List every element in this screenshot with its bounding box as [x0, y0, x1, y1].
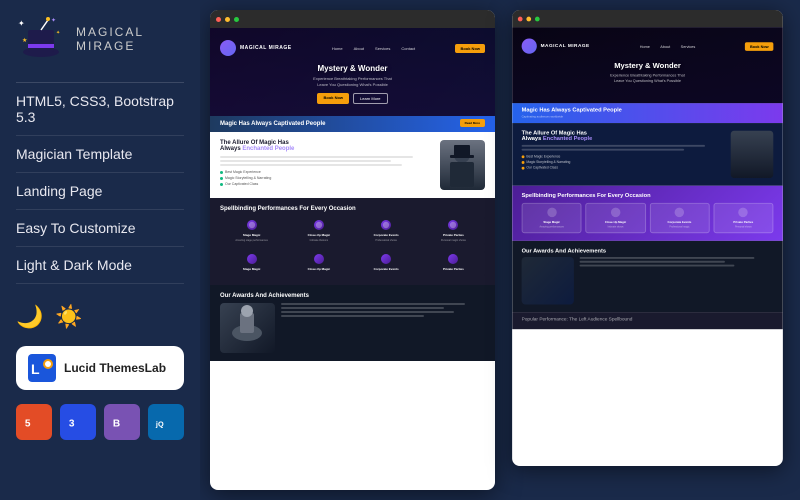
- browser-dot-yellow: [225, 17, 230, 22]
- preview-content-1: MAGICAL MIRAGE Home About Services Conta…: [210, 28, 495, 490]
- bootstrap-badge: B: [104, 404, 140, 440]
- service-card-4: Private Parties Personal magic shows: [422, 216, 485, 246]
- lucid-label: Lucid ThemesLab: [64, 361, 166, 375]
- browser-dot-green-2: [535, 16, 540, 21]
- feature-item-2: Magician Template: [16, 136, 184, 173]
- mock-awards-2: Our Awards And Achievements: [512, 241, 783, 312]
- browser-dot-red: [216, 17, 221, 22]
- jquery-badge: jQ: [148, 404, 184, 440]
- mock-about-2: The Allure Of Magic HasAlways Enchanted …: [512, 123, 783, 186]
- mock-site-1: MAGICAL MIRAGE Home About Services Conta…: [210, 28, 495, 490]
- preview-area: MAGICAL MIRAGE Home About Services Conta…: [200, 0, 800, 500]
- lucid-logo-icon: L: [28, 354, 56, 382]
- mock-awards-1: Our Awards And Achievements: [210, 285, 495, 361]
- feature-item-5: Light & Dark Mode: [16, 247, 184, 284]
- mock-hero-2: MAGICAL MIRAGE Home About Services Book …: [512, 27, 783, 103]
- mock-nav-1: MAGICAL MIRAGE Home About Services Conta…: [220, 40, 485, 56]
- mock-nav-links: Home About Services Contact: [329, 45, 418, 52]
- feature-item-1: HTML5, CSS3, Bootstrap 5.3: [16, 83, 184, 136]
- mock-hero-1: MAGICAL MIRAGE Home About Services Conta…: [210, 28, 495, 116]
- preview-col-1: MAGICAL MIRAGE Home About Services Conta…: [210, 10, 495, 490]
- mock-performance-band: Popular Performance: The Left Audience S…: [512, 312, 783, 329]
- browser-dot-green: [234, 17, 239, 22]
- service-card-2: Close-Up Magic Intimate illusions: [287, 216, 350, 246]
- mock-nav-logo: MAGICAL MIRAGE: [220, 40, 292, 56]
- service-card-3: Corporate Events Professional shows: [355, 216, 418, 246]
- mode-toggle[interactable]: 🌙 ☀️: [16, 300, 184, 330]
- svg-text:jQ: jQ: [155, 420, 164, 429]
- dark-mode-icon[interactable]: 🌙: [16, 304, 43, 330]
- browser-bar-1: [210, 10, 495, 28]
- mock-services-1: Spellbinding Performances For Every Occa…: [210, 198, 495, 285]
- lucid-badge[interactable]: L Lucid ThemesLab: [16, 346, 184, 390]
- html5-badge: 5: [16, 404, 52, 440]
- feature-item-4: Easy To Customize: [16, 210, 184, 247]
- svg-text:3: 3: [69, 419, 75, 430]
- tech-badges: 5 3 B jQ: [16, 404, 184, 440]
- light-mode-icon[interactable]: ☀️: [55, 304, 82, 330]
- preview-content-2: MAGICAL MIRAGE Home About Services Book …: [512, 27, 783, 466]
- browser-dot-yellow-2: [526, 16, 531, 21]
- mock-services-grid-1: Stage Magic Amazing stage performances C…: [220, 216, 485, 246]
- brand-logo-icon: ✦ ✦ ✦ ★: [16, 14, 66, 64]
- mock-site-2: MAGICAL MIRAGE Home About Services Book …: [512, 27, 783, 466]
- svg-text:B: B: [113, 419, 120, 430]
- preview-col-2: MAGICAL MIRAGE Home About Services Book …: [512, 10, 783, 466]
- svg-text:✦: ✦: [51, 17, 56, 24]
- svg-text:✦: ✦: [18, 19, 25, 28]
- logo-area: ✦ ✦ ✦ ★ MAGICAL MIRAGE: [16, 14, 184, 64]
- svg-text:★: ★: [22, 37, 27, 44]
- feature-list: HTML5, CSS3, Bootstrap 5.3 Magician Temp…: [16, 82, 184, 284]
- browser-dot-red-2: [518, 16, 523, 21]
- svg-text:L: L: [31, 361, 40, 377]
- svg-text:✦: ✦: [56, 30, 60, 36]
- brand-name: MAGICAL MIRAGE: [76, 25, 144, 54]
- mock-services-2: Spellbinding Performances For Every Occa…: [512, 186, 783, 241]
- mock-purple-band: Magic Has Always Captivated People Capti…: [512, 103, 783, 123]
- mock-hero-content-1: Mystery & Wonder Experience Breathtaking…: [220, 64, 485, 104]
- css3-badge: 3: [60, 404, 96, 440]
- left-panel: ✦ ✦ ✦ ★ MAGICAL MIRAGE HTML5, CSS3, Boot…: [0, 0, 200, 500]
- browser-bar-2: [512, 10, 783, 27]
- mock-blue-band-1: Magic Has Always Captivated People Read …: [210, 116, 495, 132]
- service-card-1: Stage Magic Amazing stage performances: [220, 216, 283, 246]
- svg-text:5: 5: [25, 419, 31, 430]
- feature-item-3: Landing Page: [16, 173, 184, 210]
- mock-about-1: The Allure Of Magic HasAlways Enchanted …: [210, 132, 495, 198]
